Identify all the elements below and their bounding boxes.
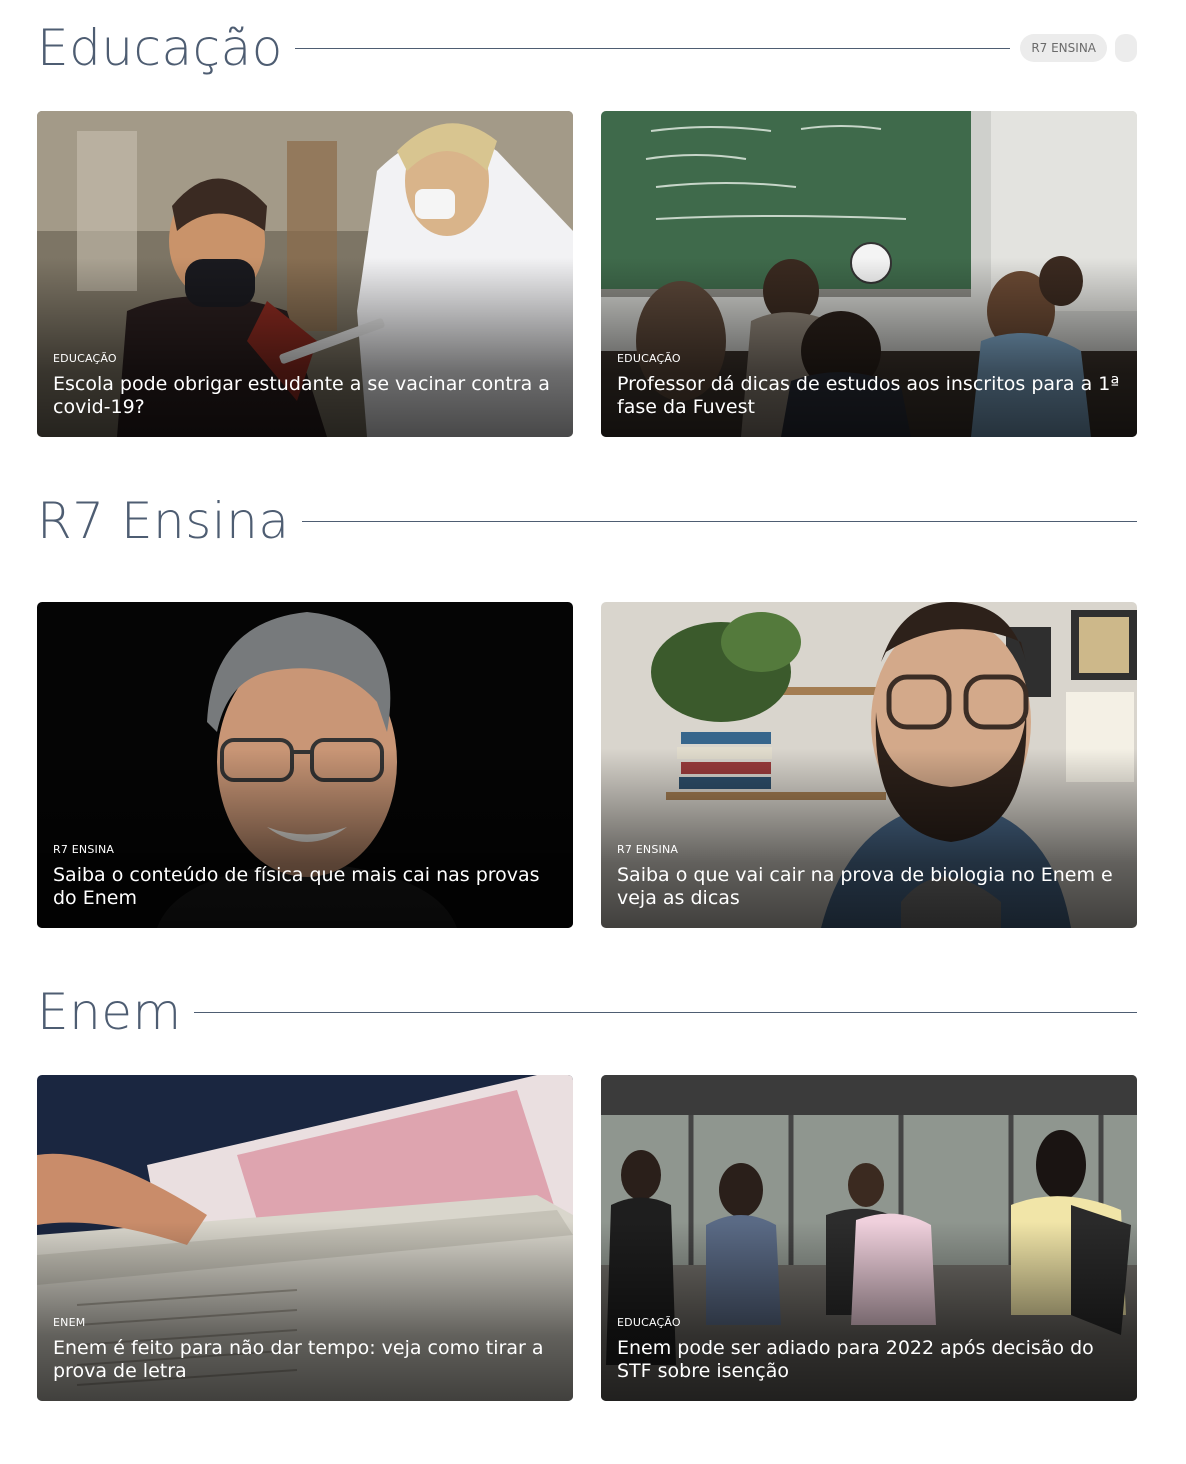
section-divider xyxy=(294,47,1011,49)
section-header-educacao: Educação R7 ENSINA xyxy=(37,13,1137,83)
news-card[interactable]: R7 ENSINA Saiba o que vai cair na prova … xyxy=(601,602,1137,928)
news-card[interactable]: R7 ENSINA Saiba o conteúdo de física que… xyxy=(37,602,573,928)
section-title[interactable]: Educação xyxy=(37,23,283,73)
section-divider xyxy=(193,1011,1137,1013)
card-category: EDUCAÇÃO xyxy=(617,1316,681,1329)
card-headline[interactable]: Escola pode obrigar estudante a se vacin… xyxy=(53,373,557,419)
card-headline[interactable]: Saiba o que vai cair na prova de biologi… xyxy=(617,864,1121,910)
news-card[interactable]: EDUCAÇÃO Enem pode ser adiado para 2022 … xyxy=(601,1075,1137,1401)
tag-r7-ensina[interactable]: R7 ENSINA xyxy=(1020,34,1107,62)
section-title[interactable]: Enem xyxy=(37,987,182,1037)
section-divider xyxy=(301,520,1137,522)
card-headline[interactable]: Professor dá dicas de estudos aos inscri… xyxy=(617,373,1121,419)
card-headline[interactable]: Enem pode ser adiado para 2022 após deci… xyxy=(617,1337,1121,1383)
tag-more-button[interactable] xyxy=(1115,34,1137,62)
section-header-enem: Enem xyxy=(37,977,1137,1047)
card-category: EDUCAÇÃO xyxy=(617,352,681,365)
card-headline[interactable]: Enem é feito para não dar tempo: veja co… xyxy=(53,1337,557,1383)
section-header-r7-ensina: R7 Ensina xyxy=(37,486,1137,556)
card-category: ENEM xyxy=(53,1316,86,1329)
card-category: R7 ENSINA xyxy=(617,843,679,856)
card-category: EDUCAÇÃO xyxy=(53,352,117,365)
news-card[interactable]: EDUCAÇÃO Professor dá dicas de estudos a… xyxy=(601,111,1137,437)
section-title[interactable]: R7 Ensina xyxy=(37,496,290,546)
news-card[interactable]: ENEM Enem é feito para não dar tempo: ve… xyxy=(37,1075,573,1401)
card-category: R7 ENSINA xyxy=(53,843,115,856)
card-headline[interactable]: Saiba o conteúdo de física que mais cai … xyxy=(53,864,557,910)
news-card[interactable]: EDUCAÇÃO Escola pode obrigar estudante a… xyxy=(37,111,573,437)
